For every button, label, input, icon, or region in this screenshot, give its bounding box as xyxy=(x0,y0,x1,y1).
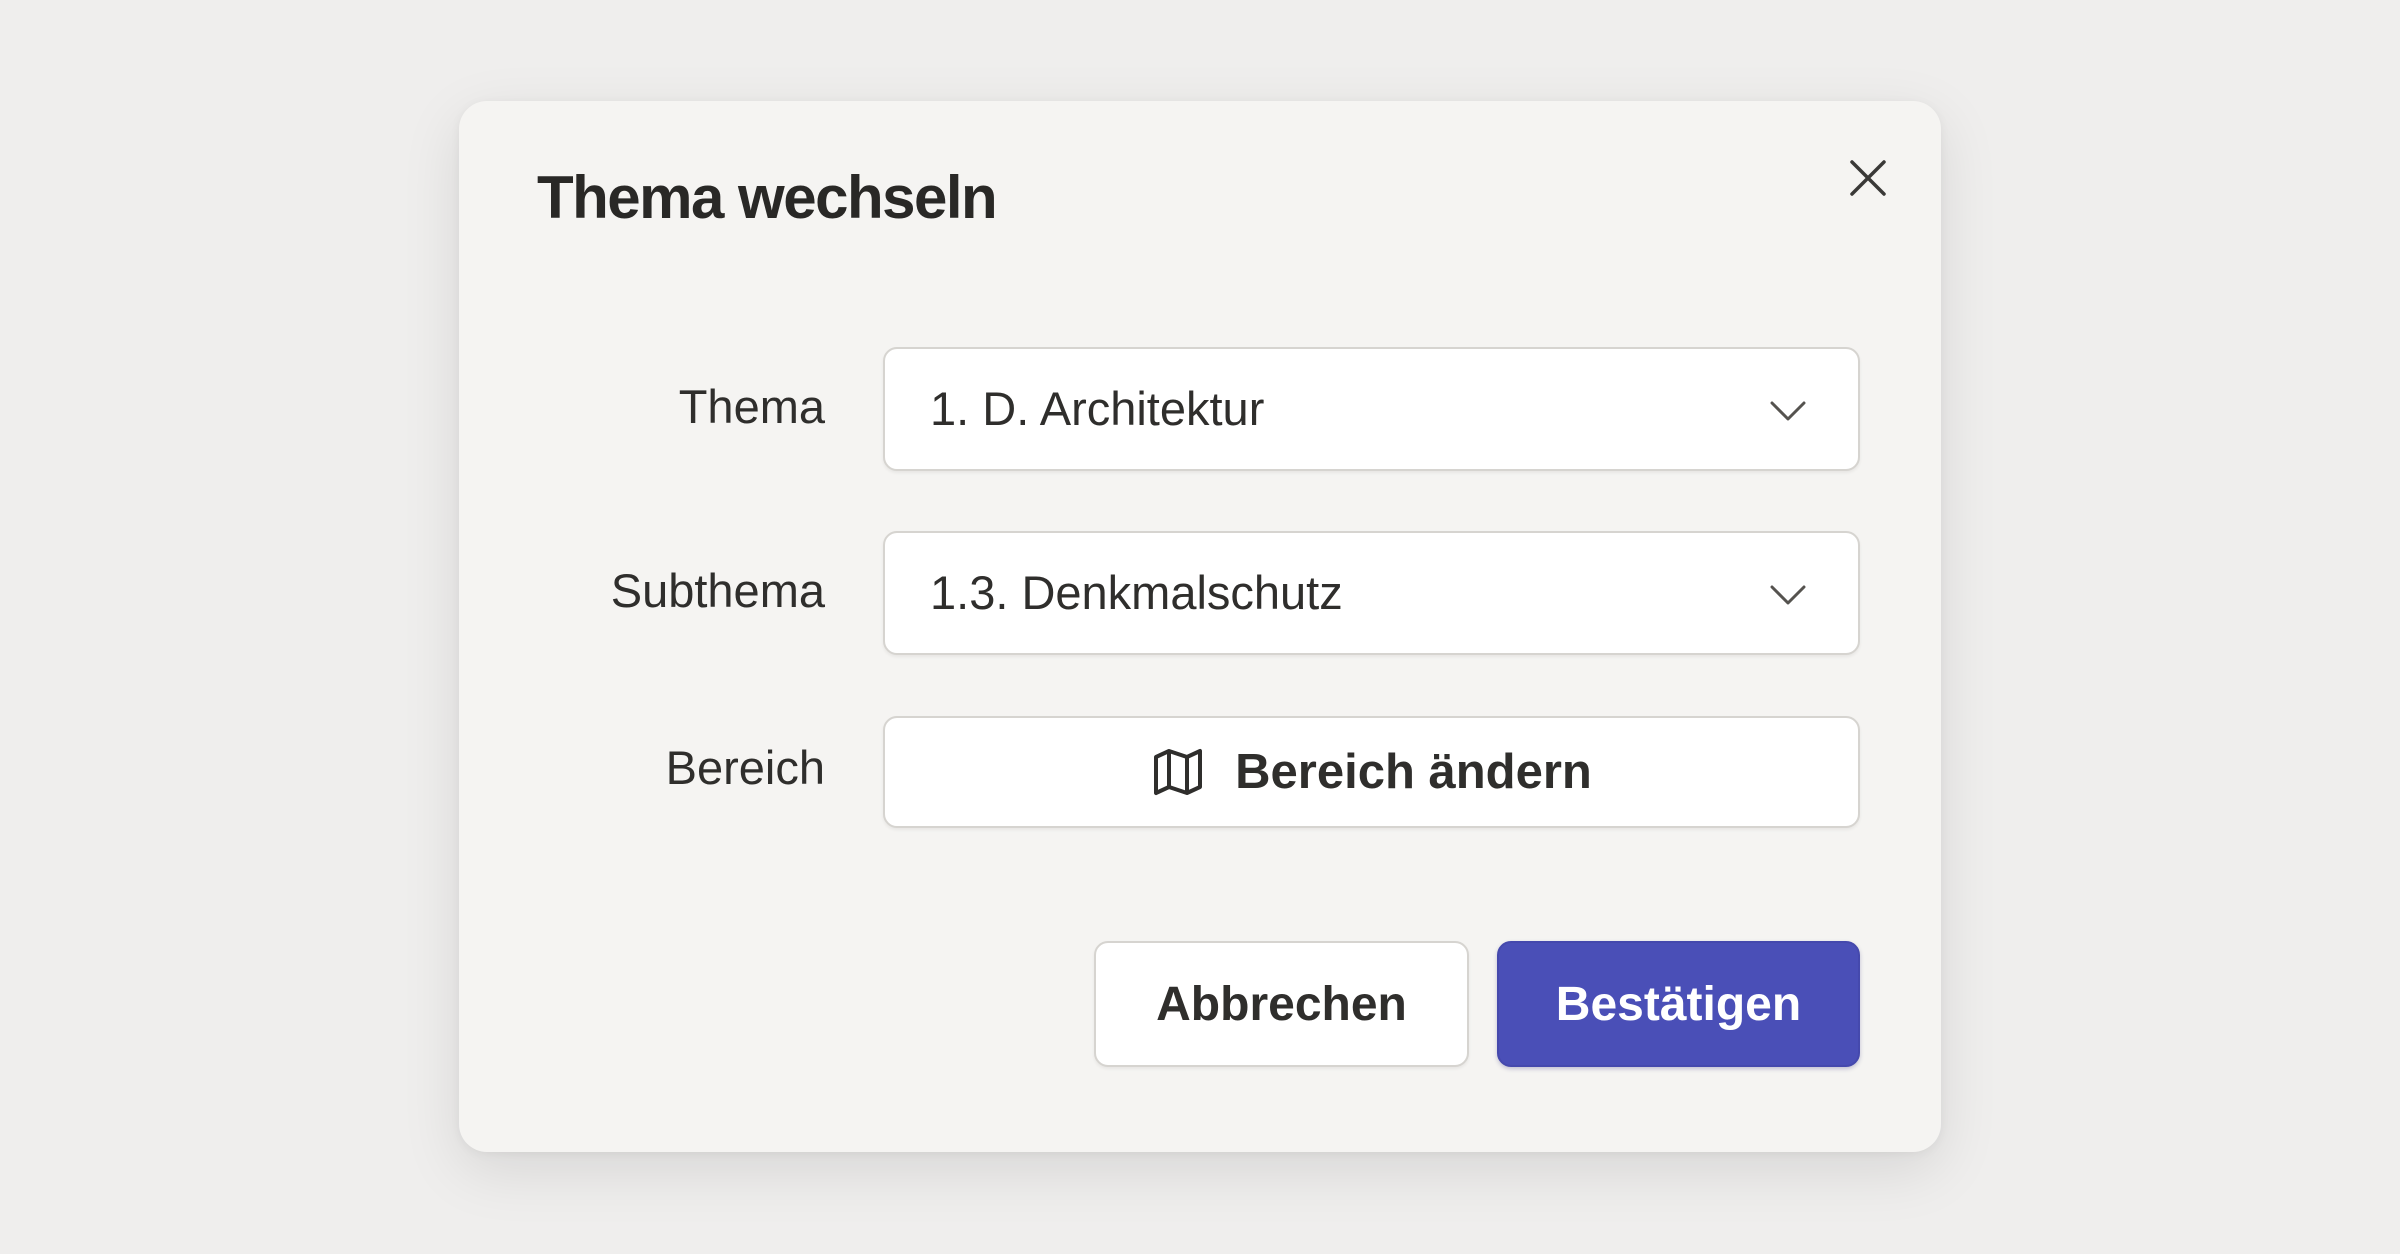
cancel-button[interactable]: Abbrechen xyxy=(1094,941,1469,1067)
topic-select[interactable]: 1. D. Architektur xyxy=(883,347,1860,471)
chevron-down-icon xyxy=(1770,585,1806,605)
topic-label: Thema xyxy=(678,380,825,433)
subtopic-select-value: 1.3. Denkmalschutz xyxy=(930,566,1343,619)
change-topic-dialog: Thema wechseln Thema 1. D. Architektur S… xyxy=(459,101,1941,1152)
subtopic-label: Subthema xyxy=(610,564,825,617)
area-label: Bereich xyxy=(665,741,825,794)
change-area-button-label: Bereich ändern xyxy=(1235,745,1592,799)
dialog-title: Thema wechseln xyxy=(537,164,998,231)
topic-select-value: 1. D. Architektur xyxy=(930,382,1265,435)
chevron-down-icon xyxy=(1770,401,1806,421)
change-area-button[interactable]: Bereich ändern xyxy=(883,716,1860,828)
map-icon xyxy=(1151,745,1205,799)
close-icon xyxy=(1850,160,1886,196)
subtopic-select[interactable]: 1.3. Denkmalschutz xyxy=(883,531,1860,655)
close-button[interactable] xyxy=(1836,146,1900,210)
confirm-button[interactable]: Bestätigen xyxy=(1497,941,1860,1067)
